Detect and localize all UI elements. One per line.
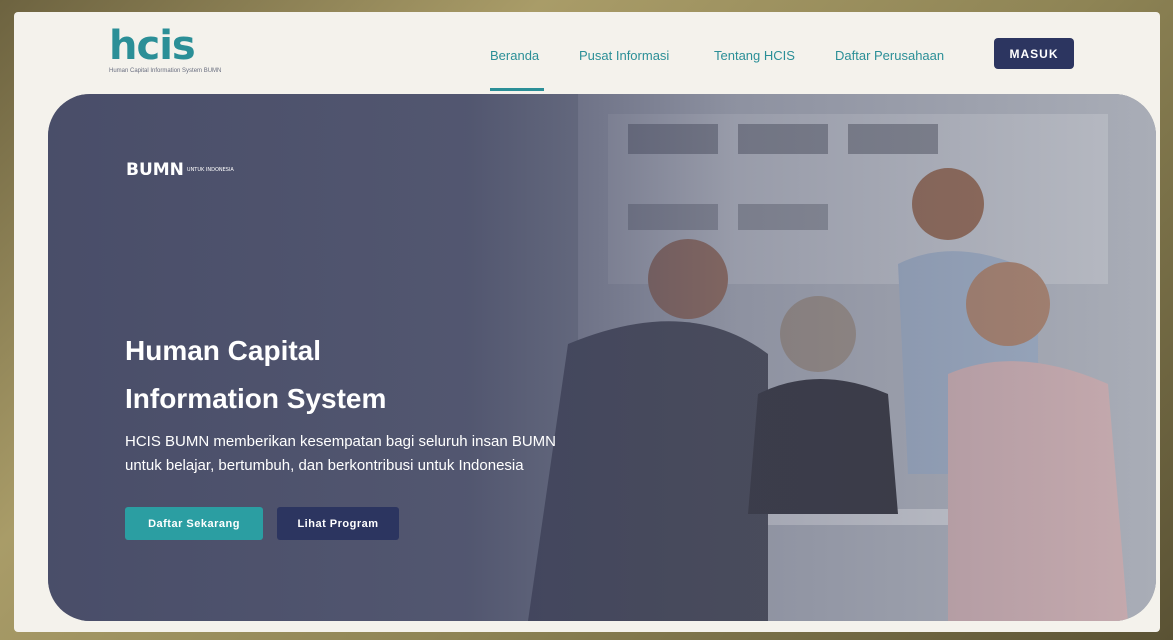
view-program-button[interactable]: Lihat Program: [277, 507, 399, 540]
hero-title-line1: Human Capital: [125, 335, 322, 366]
nav-tentang-hcis[interactable]: Tentang HCIS: [714, 48, 795, 63]
page-frame: hcis Human Capital Information System BU…: [14, 12, 1160, 632]
hero-description-line2: untuk belajar, bertumbuh, dan berkontrib…: [125, 457, 524, 474]
logo-wordmark: hcis: [109, 23, 196, 69]
nav-beranda[interactable]: Beranda: [490, 48, 539, 63]
hero-banner: BUMN UNTUK INDONESIA Human Capital Inform…: [48, 94, 1156, 621]
nav-pusat-informasi[interactable]: Pusat Informasi: [579, 48, 669, 63]
top-navigation-bar: hcis Human Capital Information System BU…: [14, 12, 1160, 94]
bumn-tagline: UNTUK INDONESIA: [186, 167, 234, 173]
bumn-wordmark: BUMN: [126, 160, 184, 180]
hero-title: Human Capital Information System: [125, 327, 605, 423]
hero-description: HCIS BUMN memberikan kesempatan bagi sel…: [125, 430, 685, 478]
hero-title-line2: Information System: [125, 383, 387, 414]
hcis-logo[interactable]: hcis Human Capital Information System BU…: [109, 23, 222, 84]
login-button[interactable]: MASUK: [994, 38, 1074, 69]
logo-tagline: Human Capital Information System BUMN: [109, 68, 222, 74]
bumn-logo: BUMN UNTUK INDONESIA: [126, 160, 234, 180]
register-now-button[interactable]: Daftar Sekarang: [125, 507, 263, 540]
nav-daftar-perusahaan[interactable]: Daftar Perusahaan: [835, 48, 944, 63]
hero-description-line1: HCIS BUMN memberikan kesempatan bagi sel…: [125, 433, 557, 450]
active-nav-indicator: [490, 88, 544, 91]
